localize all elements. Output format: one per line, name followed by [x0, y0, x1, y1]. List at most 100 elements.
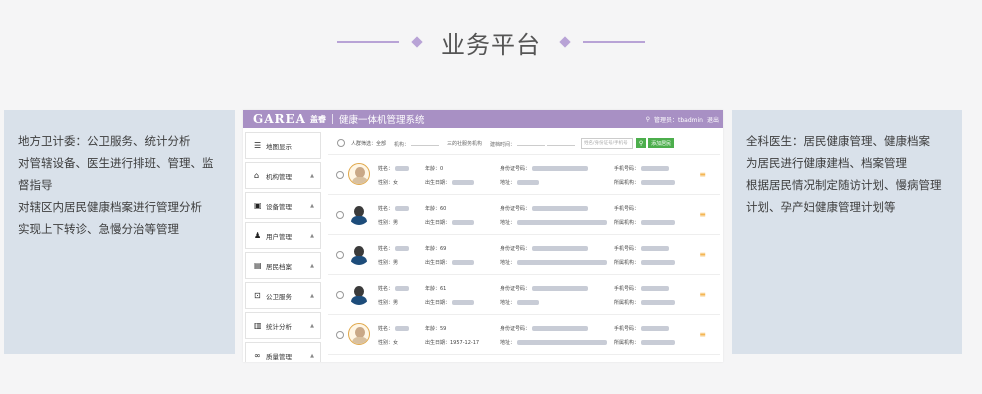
chevron-up-icon: ▲ [310, 322, 314, 329]
org-field: 所属机构： [614, 179, 676, 186]
id-field: 身份证号码： [500, 205, 589, 212]
sidebar-item[interactable]: ▤ 居民档案 ▲ [245, 252, 321, 279]
date-filter[interactable]: 建档时间： [490, 138, 576, 148]
birth-field: 出生日期： [425, 259, 475, 266]
sidebar-item-label: 统计分析 [266, 322, 292, 331]
id-field: 身份证号码： [500, 245, 589, 252]
sex-field: 性别：男 [378, 220, 399, 226]
phone-field: 手机号码： [614, 325, 670, 332]
address-field: 地址： [500, 339, 608, 346]
building-icon: ⌂ [254, 171, 260, 180]
crowd-filter[interactable]: 人群筛选：全部 [351, 140, 386, 147]
sex-field: 性别：女 [378, 340, 399, 346]
logout-link[interactable]: 退出 [707, 115, 719, 124]
right-line: 根据居民情况制定随访计划、慢病管理 [746, 178, 942, 192]
address-field: 地址： [500, 179, 540, 186]
avatar [348, 163, 370, 185]
sidebar-item[interactable]: ⌂ 机构管理 ▲ [245, 162, 321, 189]
menu-icon[interactable]: ≡ [699, 330, 706, 339]
right-line: 全科医生：居民健康管理、健康档案 [746, 134, 930, 148]
name-field: 姓名： [378, 205, 410, 212]
title-left-line [337, 41, 399, 43]
sidebar-item[interactable]: ⊡ 公卫服务 ▲ [245, 282, 321, 309]
sidebar: ☰ 地图显示 ⌂ 机构管理 ▲ ▣ 设备管理 ▲ ♟ 用户管理 ▲ ▤ 居民档案 ▲ ⊡… [243, 132, 323, 362]
chevron-up-icon: ▲ [310, 232, 314, 239]
birth-field: 出生日期： [425, 219, 475, 226]
table-row[interactable]: 姓名： 性别：男 年龄：61 出生日期： 身份证号码： 地址： 手机号码： 所属… [328, 275, 720, 315]
table-row[interactable]: 姓名： 性别：女 年龄：59 出生日期：1957-12-17 身份证号码： 地址… [328, 315, 720, 355]
sidebar-item[interactable]: ∞ 质量管理 ▲ [245, 342, 321, 362]
id-field: 身份证号码： [500, 165, 589, 172]
sex-field: 性别：男 [378, 260, 399, 266]
org-field: 所属机构： [614, 219, 676, 226]
sidebar-item[interactable]: ▥ 统计分析 ▲ [245, 312, 321, 339]
chevron-up-icon: ▲ [310, 172, 314, 179]
user-label: 管理员：tbadmin [654, 116, 703, 124]
birth-field: 出生日期： [425, 299, 475, 306]
row-checkbox[interactable] [336, 171, 344, 179]
system-name: 健康一体机管理系统 [339, 115, 425, 126]
search-icon[interactable]: ⚲ [636, 138, 647, 148]
name-field: 姓名： [378, 325, 410, 332]
id-field: 身份证号码： [500, 285, 589, 292]
name-field: 姓名： [378, 245, 410, 252]
quality-icon: ∞ [254, 351, 261, 360]
row-checkbox[interactable] [336, 211, 344, 219]
sidebar-item-label: 用户管理 [266, 232, 292, 241]
title-right-line [583, 41, 645, 43]
menu-icon[interactable]: ≡ [699, 170, 706, 179]
add-resident-button[interactable]: 添加居民 [648, 138, 675, 148]
resident-list: 姓名： 性别：女 年龄：0 出生日期： 身份证号码： 地址： 手机号码： 所属机… [328, 155, 720, 355]
org-field: 所属机构： [614, 259, 676, 266]
row-checkbox[interactable] [336, 331, 344, 339]
birth-field: 出生日期：1957-12-17 [425, 340, 480, 346]
section-header: 业务平台 [0, 22, 982, 62]
logo-sub: 盖睿 [310, 114, 326, 124]
chevron-up-icon: ▲ [310, 352, 314, 359]
row-checkbox[interactable] [336, 251, 344, 259]
phone-field: 手机号码： [614, 285, 670, 292]
sex-field: 性别：男 [378, 300, 399, 306]
org-service-filter[interactable]: 三的社服务机构 [447, 140, 482, 147]
address-field: 地址： [500, 259, 608, 266]
phone-field: 手机号码： [614, 206, 640, 212]
table-row[interactable]: 姓名： 性别：男 年龄：69 出生日期： 身份证号码： 地址： 手机号码： 所属… [328, 235, 720, 275]
header-user-area: ⚲ 管理员：tbadmin 退出 [642, 115, 719, 124]
header-divider [332, 114, 333, 124]
name-field: 姓名： [378, 285, 410, 292]
stats-icon: ▥ [254, 321, 262, 330]
chevron-up-icon: ▲ [310, 202, 314, 209]
sidebar-item[interactable]: ♟ 用户管理 ▲ [245, 222, 321, 249]
archive-icon: ▤ [254, 261, 262, 270]
sidebar-item-label: 机构管理 [266, 172, 292, 181]
age-field: 年龄：0 [425, 166, 444, 172]
menu-icon[interactable]: ≡ [699, 210, 706, 219]
age-field: 年龄：60 [425, 206, 447, 212]
left-description-panel: 地方卫计委：公卫服务、统计分析 对管辖设备、医生进行排班、管理、监督指导 对辖区… [4, 110, 235, 354]
sidebar-item[interactable]: ▣ 设备管理 ▲ [245, 192, 321, 219]
address-field: 地址： [500, 219, 608, 226]
main-content: 人群筛选：全部 机构： 三的社服务机构 建档时间： 姓名/身份证号/手机号 ⚲ … [328, 132, 720, 355]
age-field: 年龄：61 [425, 286, 447, 292]
page-title: 业务平台 [441, 30, 541, 59]
select-all-checkbox[interactable] [337, 139, 345, 147]
sidebar-item[interactable]: ☰ 地图显示 [245, 132, 321, 159]
org-field: 所属机构： [614, 339, 676, 346]
row-checkbox[interactable] [336, 291, 344, 299]
menu-icon[interactable]: ≡ [699, 290, 706, 299]
table-row[interactable]: 姓名： 性别：女 年龄：0 出生日期： 身份证号码： 地址： 手机号码： 所属机… [328, 155, 720, 195]
right-description-panel: 全科医生：居民健康管理、健康档案 为居民进行健康建档、档案管理 根据居民情况制定… [732, 110, 962, 354]
avatar [348, 323, 370, 345]
diamond-icon [559, 36, 571, 48]
sidebar-item-label: 质量管理 [266, 352, 292, 361]
org-filter[interactable]: 机构： [394, 138, 440, 148]
right-line: 计划、孕产妇健康管理计划等 [746, 200, 896, 214]
user-icon: ♟ [254, 231, 262, 240]
app-screenshot: GAREA 盖睿 健康一体机管理系统 ⚲ 管理员：tbadmin 退出 ☰ 地图… [243, 110, 723, 362]
left-line: 地方卫计委：公卫服务、统计分析 [18, 134, 191, 148]
id-field: 身份证号码： [500, 325, 589, 332]
table-row[interactable]: 姓名： 性别：男 年龄：60 出生日期： 身份证号码： 地址： 手机号码： 所属… [328, 195, 720, 235]
menu-icon[interactable]: ≡ [699, 250, 706, 259]
search-input[interactable]: 姓名/身份证号/手机号 [581, 137, 634, 149]
logo: GAREA [253, 112, 306, 126]
